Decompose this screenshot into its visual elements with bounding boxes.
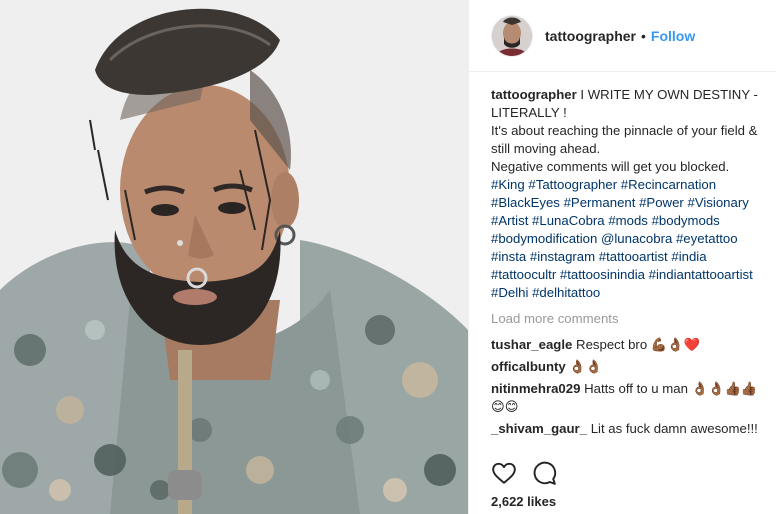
hashtag-tattoosinindia[interactable]: #tattoosinindia xyxy=(560,267,645,282)
comments-area: tattoographer I WRITE MY OWN DESTINY - L… xyxy=(469,72,776,438)
comment-username[interactable]: officalbunty xyxy=(491,359,566,374)
comment: officalbunty 👌🏾👌🏾 xyxy=(491,358,768,376)
caption-line-2: It's about reaching the pinnacle of your… xyxy=(491,123,758,156)
comment-username[interactable]: _shivam_gaur_ xyxy=(491,421,587,436)
hashtag-bodymodification[interactable]: #bodymodification xyxy=(491,231,597,246)
mention-lunacobra[interactable]: @lunacobra xyxy=(601,231,672,246)
post-actions xyxy=(491,460,557,486)
hashtag-mods[interactable]: #mods xyxy=(608,213,648,228)
comment-bubble-icon[interactable] xyxy=(531,460,557,486)
hashtag-power[interactable]: #Power xyxy=(639,195,684,210)
avatar-image xyxy=(492,15,532,56)
hashtag-instagram[interactable]: #instagram xyxy=(530,249,595,264)
post-sidebar: tattoographer • Follow tattoographer I W… xyxy=(468,0,776,514)
comment-text: Lit as fuck damn awesome!!! xyxy=(590,421,758,436)
hashtag-insta[interactable]: #insta xyxy=(491,249,526,264)
post-photo[interactable] xyxy=(0,0,468,514)
hashtag-tattoographer[interactable]: #Tattoographer xyxy=(528,177,617,192)
comment-username[interactable]: nitinmehra029 xyxy=(491,381,580,396)
post-image xyxy=(0,0,468,514)
load-more-comments-button[interactable]: Load more comments xyxy=(491,310,768,328)
avatar[interactable] xyxy=(491,14,533,57)
comment-text: Respect bro 💪🏾👌🏾❤️ xyxy=(576,337,701,352)
like-heart-icon[interactable] xyxy=(491,460,517,486)
post-header: tattoographer • Follow xyxy=(469,0,776,72)
hashtag-bodymods[interactable]: #bodymods xyxy=(652,213,720,228)
hashtag-permanent[interactable]: #Permanent xyxy=(564,195,636,210)
caption-username[interactable]: tattoographer xyxy=(491,87,577,102)
hashtag-indiantattooartist[interactable]: #indiantattooartist xyxy=(649,267,753,282)
hashtag-tattooartist[interactable]: #tattooartist xyxy=(599,249,668,264)
hashtag-visionary[interactable]: #Visionary xyxy=(687,195,748,210)
hashtag-recincarnation[interactable]: #Recincarnation xyxy=(621,177,716,192)
hashtag-lunacobra[interactable]: #LunaCobra xyxy=(532,213,605,228)
likes-count[interactable]: 2,622 likes xyxy=(491,494,556,509)
hashtag-delhi[interactable]: #Delhi xyxy=(491,285,528,300)
comment-username[interactable]: tushar_eagle xyxy=(491,337,572,352)
caption: tattoographer I WRITE MY OWN DESTINY - L… xyxy=(491,86,768,302)
hashtag-blackeyes[interactable]: #BlackEyes xyxy=(491,195,560,210)
hashtag-king[interactable]: #King xyxy=(491,177,525,192)
comment-text: 👌🏾👌🏾 xyxy=(569,359,603,374)
comment: _shivam_gaur_ Lit as fuck damn awesome!!… xyxy=(491,420,768,438)
header-username[interactable]: tattoographer xyxy=(545,28,636,44)
header-separator: • xyxy=(641,27,646,44)
hashtag-artist[interactable]: #Artist xyxy=(491,213,528,228)
hashtag-delhitattoo[interactable]: #delhitattoo xyxy=(532,285,600,300)
comment: nitinmehra029 Hatts off to u man 👌🏾👌🏾👍🏾👍… xyxy=(491,380,768,416)
follow-button[interactable]: Follow xyxy=(651,28,695,44)
hashtag-eyetattoo[interactable]: #eyetattoo xyxy=(676,231,738,246)
caption-line-3: Negative comments will get you blocked. xyxy=(491,159,730,174)
comment: tushar_eagle Respect bro 💪🏾👌🏾❤️ xyxy=(491,336,768,354)
hashtag-tattoocultr[interactable]: #tattoocultr xyxy=(491,267,556,282)
hashtag-india[interactable]: #india xyxy=(671,249,706,264)
